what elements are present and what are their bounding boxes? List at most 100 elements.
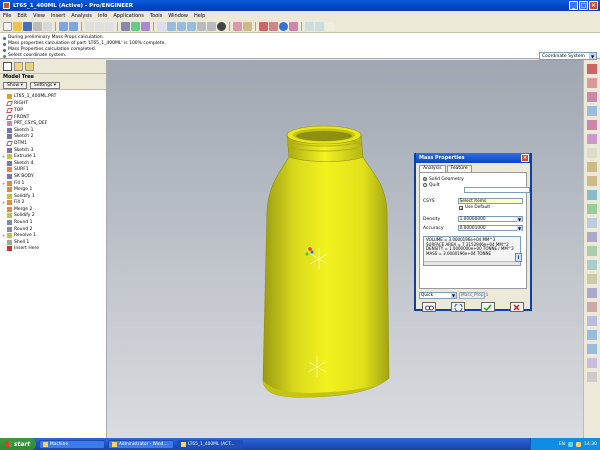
results-horizontal-scrollbar[interactable] <box>424 261 520 265</box>
rib-tool-icon[interactable] <box>587 260 597 270</box>
quilt-collector[interactable] <box>464 187 530 193</box>
menu-tools[interactable]: Tools <box>150 13 162 19</box>
zoom-out-icon[interactable] <box>177 21 186 31</box>
repaint-icon[interactable] <box>157 21 166 31</box>
taskbar-task-button[interactable]: Machine <box>39 439 105 449</box>
chevron-down-icon[interactable]: ▼ <box>589 53 596 59</box>
datum-point-tool-icon[interactable] <box>587 120 597 130</box>
boundary-blend-tool-icon[interactable] <box>587 204 597 214</box>
chevron-down-icon[interactable]: ▼ <box>517 217 522 222</box>
menu-applications[interactable]: Applications <box>113 13 144 19</box>
menu-edit[interactable]: Edit <box>17 13 27 19</box>
csys-tool-icon[interactable] <box>587 134 597 144</box>
extrude-tool-icon[interactable] <box>587 162 597 172</box>
chamfer-tool-icon[interactable] <box>587 302 597 312</box>
density-input[interactable]: 1.00000000 ▼ <box>457 216 523 222</box>
context-help-icon[interactable] <box>325 21 334 31</box>
cut-icon[interactable] <box>85 21 94 31</box>
datum-axis-tool-icon[interactable] <box>587 78 597 88</box>
tree-item[interactable]: SK BODY <box>2 173 104 180</box>
datum-points-icon[interactable] <box>279 21 288 31</box>
tree-item[interactable]: LT65_1_400ML.PRT <box>2 93 104 100</box>
ok-button[interactable] <box>480 302 495 312</box>
dialog-close-icon[interactable]: × <box>521 154 529 162</box>
tree-item[interactable]: + Fill 2 <box>2 200 104 207</box>
tree-item[interactable]: FRONT <box>2 114 104 121</box>
taskbar-task-button[interactable]: Administrator - Wind... <box>108 439 174 449</box>
analysis-name-input[interactable]: Mass_Prop_1 <box>459 292 488 299</box>
draft-tool-icon[interactable] <box>587 274 597 284</box>
copy-icon[interactable] <box>95 21 104 31</box>
print-icon[interactable] <box>33 21 42 31</box>
pattern-tool-icon[interactable] <box>587 358 597 368</box>
menu-file[interactable]: File <box>3 13 11 19</box>
style-tool-icon[interactable] <box>587 218 597 228</box>
selection-filter[interactable]: Coordinate System ▼ <box>539 52 597 60</box>
folder-browser-tab-icon[interactable] <box>14 62 23 71</box>
zoom-in-icon[interactable] <box>167 21 176 31</box>
datum-planes-icon[interactable] <box>259 21 268 31</box>
network-icon[interactable] <box>568 441 574 447</box>
menu-view[interactable]: View <box>33 13 45 19</box>
model-tree-tab-icon[interactable] <box>3 62 12 71</box>
favorites-tab-icon[interactable] <box>25 62 34 71</box>
minimize-button[interactable]: _ <box>569 1 578 10</box>
datum-plane-tool-icon[interactable] <box>587 64 597 74</box>
new-file-icon[interactable] <box>3 21 12 31</box>
tree-item[interactable]: RIGHT <box>2 101 104 108</box>
redo-icon[interactable] <box>69 21 78 31</box>
tree-item[interactable]: SURF1 <box>2 167 104 174</box>
maximize-button[interactable]: □ <box>579 1 588 10</box>
tree-item[interactable]: Merge 1 <box>2 186 104 193</box>
tree-item[interactable]: Solidify 2 <box>2 213 104 220</box>
taskbar-task-button[interactable]: LT65_1_400ML (ACT... <box>177 439 243 449</box>
language-indicator[interactable]: EN <box>559 442 565 447</box>
results-textbox[interactable]: VOLUME = 3.0000196e+04 MM^3 SURFACE AREA … <box>423 236 521 266</box>
tree-item[interactable]: + Extrude 1 <box>2 153 104 160</box>
use-default-option[interactable]: ✓ Use Default <box>459 205 523 210</box>
tree-item[interactable]: Round 2 <box>2 226 104 233</box>
annotation-icon[interactable] <box>315 21 324 31</box>
orient-icon[interactable] <box>197 21 206 31</box>
sketch-tool-icon[interactable] <box>587 106 597 116</box>
info-icon[interactable]: i <box>515 253 522 262</box>
variable-sweep-tool-icon[interactable] <box>587 190 597 200</box>
refit-icon[interactable] <box>187 21 196 31</box>
round-tool-icon[interactable] <box>587 288 597 298</box>
tree-item[interactable]: TOP <box>2 107 104 114</box>
preview-button[interactable] <box>422 302 436 312</box>
tree-item[interactable]: Solidify 1 <box>2 193 104 200</box>
tree-item[interactable]: Sketch 1 <box>2 127 104 134</box>
csys-collector[interactable]: Select items <box>457 198 523 204</box>
menu-analysis[interactable]: Analysis <box>71 13 92 19</box>
menu-info[interactable]: Info <box>98 13 107 19</box>
paste-icon[interactable] <box>105 21 114 31</box>
datum-curve-tool-icon[interactable] <box>587 92 597 102</box>
chevron-down-icon[interactable]: ▼ <box>451 293 456 298</box>
shading-icon[interactable] <box>217 21 226 31</box>
saved-views-icon[interactable] <box>207 21 216 31</box>
email-icon[interactable] <box>43 21 52 31</box>
tree-item[interactable]: Insert Here <box>2 246 104 253</box>
tab-feature[interactable]: Feature <box>446 165 472 172</box>
close-button[interactable]: × <box>589 1 598 10</box>
spin-center-icon[interactable] <box>305 21 314 31</box>
chevron-down-icon[interactable]: ▼ <box>517 226 522 231</box>
analysis-tool-icon[interactable] <box>587 148 597 158</box>
hole-tool-icon[interactable] <box>587 232 597 242</box>
solid-geometry-radio[interactable] <box>423 177 427 181</box>
tree-item[interactable]: PRT_CSYS_DEF <box>2 120 104 127</box>
revolve-tool-icon[interactable] <box>587 176 597 186</box>
menu-window[interactable]: Window <box>168 13 188 19</box>
datum-axes-icon[interactable] <box>269 21 278 31</box>
cancel-button[interactable] <box>509 302 524 312</box>
layers-icon[interactable] <box>233 21 242 31</box>
volume-icon[interactable] <box>576 441 582 447</box>
csys-display-icon[interactable] <box>289 21 298 31</box>
view-manager-icon[interactable] <box>243 21 252 31</box>
quilt-radio[interactable] <box>423 183 427 187</box>
select-icon[interactable] <box>141 21 150 31</box>
tree-item[interactable]: Sketch 3 <box>2 147 104 154</box>
tree-item[interactable]: + Revolve 1 <box>2 232 104 239</box>
repeat-button[interactable] <box>451 302 466 312</box>
